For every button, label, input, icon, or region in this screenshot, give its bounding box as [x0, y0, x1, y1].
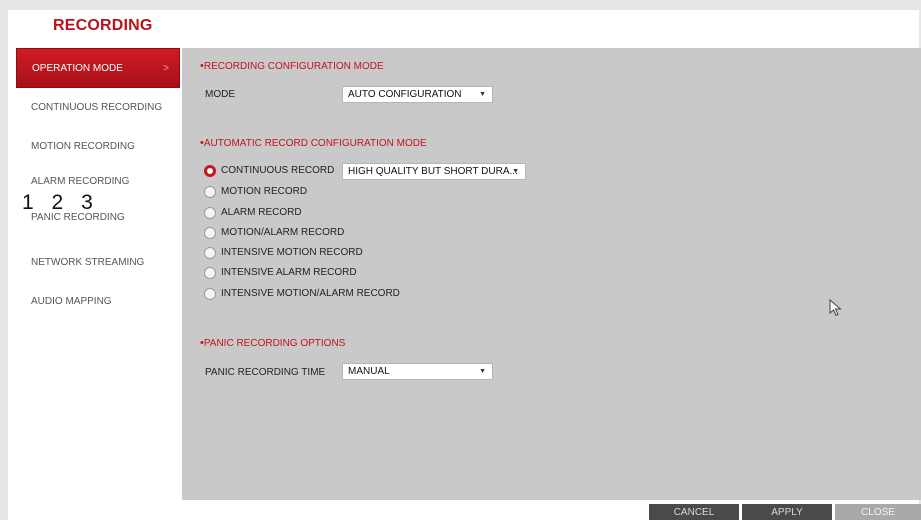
cancel-button[interactable]: CANCEL	[649, 504, 739, 520]
sidebar-item-label: ALARM RECORDING	[31, 176, 130, 187]
sidebar-item-motion-recording[interactable]: MOTION RECORDING	[16, 127, 182, 166]
apply-button[interactable]: APPLY	[742, 504, 832, 520]
radio-icon[interactable]	[204, 207, 216, 219]
panic-time-select[interactable]: MANUAL ▼	[342, 363, 493, 380]
sidebar-item-network-streaming[interactable]: NETWORK STREAMING	[16, 243, 182, 282]
page-title: RECORDING	[53, 17, 153, 34]
sidebar-item-label: MOTION RECORDING	[31, 141, 135, 152]
sidebar-item-label: CONTINUOUS RECORDING	[31, 102, 163, 113]
dropdown-arrow-icon: ▼	[512, 168, 519, 175]
radio-icon[interactable]	[204, 186, 216, 198]
radio-icon[interactable]	[204, 288, 216, 300]
radio-icon[interactable]	[204, 247, 216, 259]
overlay-numbers: 1 2 3	[22, 191, 102, 215]
number-label: 2	[51, 191, 67, 214]
sidebar-item-audio-mapping[interactable]: AUDIO MAPPING	[16, 282, 182, 321]
quality-select[interactable]: HIGH QUALITY BUT SHORT DURA... ▼	[342, 163, 526, 180]
mode-label: MODE	[205, 89, 235, 100]
sidebar-item-operation-mode[interactable]: OPERATION MODE >	[16, 48, 180, 88]
mode-select[interactable]: AUTO CONFIGURATION ▼	[342, 86, 493, 103]
sidebar-item-label: OPERATION MODE	[32, 63, 123, 74]
sidebar-item-label: AUDIO MAPPING	[31, 296, 112, 307]
close-button[interactable]: CLOSE	[835, 504, 921, 520]
mouse-pointer-icon	[829, 298, 843, 322]
window-left-border	[0, 10, 8, 520]
chevron-right-icon: >	[163, 63, 169, 74]
auto-config-section-title: •AUTOMATIC RECORD CONFIGURATION MODE	[200, 137, 427, 149]
radio-icon[interactable]	[204, 227, 216, 239]
panic-section-title: •PANIC RECORDING OPTIONS	[200, 337, 346, 349]
panic-time-label: PANIC RECORDING TIME	[205, 367, 326, 378]
number-label: 3	[81, 191, 96, 214]
recording-config-section-title: •RECORDING CONFIGURATION MODE	[200, 60, 384, 72]
sidebar-item-continuous-recording[interactable]: CONTINUOUS RECORDING	[16, 88, 182, 127]
window-top-border	[0, 0, 921, 10]
radio-icon[interactable]	[204, 267, 216, 279]
sidebar-item-label: NETWORK STREAMING	[31, 257, 145, 268]
settings-panel: •RECORDING CONFIGURATION MODE MODE AUTO …	[182, 48, 921, 500]
number-label: 1	[22, 191, 37, 214]
dropdown-arrow-icon: ▼	[479, 368, 486, 375]
dropdown-arrow-icon: ▼	[479, 91, 486, 98]
sidebar: OPERATION MODE > CONTINUOUS RECORDING MO…	[16, 48, 182, 321]
radio-selected-icon[interactable]	[204, 165, 216, 177]
